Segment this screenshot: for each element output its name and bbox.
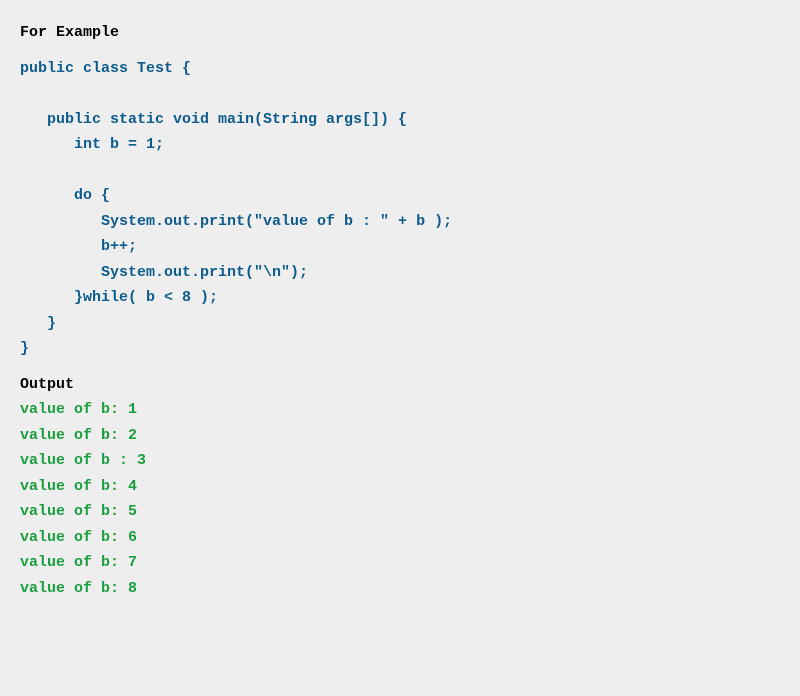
code-block: public class Test { public static void m… [20,56,780,362]
output-heading: Output [20,372,780,398]
example-heading: For Example [20,20,780,46]
output-block: value of b: 1 value of b: 2 value of b :… [20,397,780,601]
